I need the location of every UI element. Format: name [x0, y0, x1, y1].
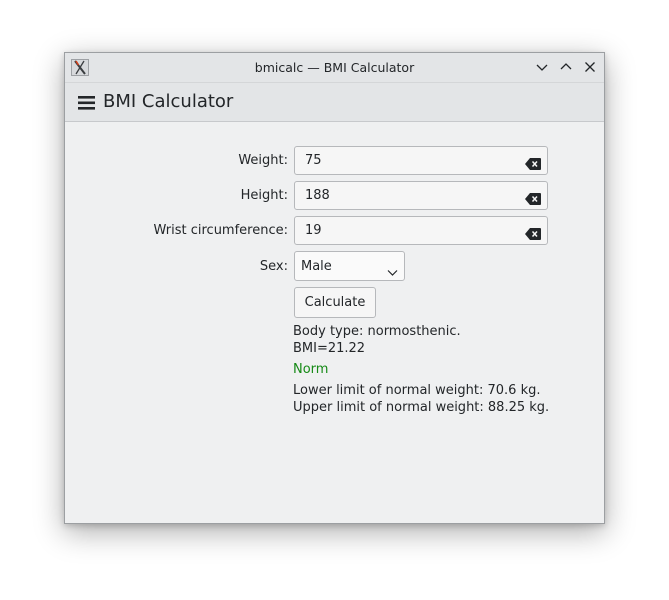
wrist-value: 19 — [305, 223, 322, 238]
wrist-label: Wrist circumference: — [153, 223, 289, 238]
clear-wrist-icon[interactable] — [525, 225, 541, 240]
wrist-field[interactable]: 19 — [294, 216, 548, 245]
sex-select[interactable]: Male — [294, 251, 405, 281]
calculator-form: Weight: 75 Height: 188 Wrist circumferen… — [65, 122, 604, 523]
sex-select-value: Male — [301, 259, 332, 274]
hamburger-menu-icon[interactable] — [78, 95, 96, 111]
app-window: bmicalc — BMI Calculator BMI Calculator … — [64, 52, 605, 524]
height-label: Height: — [240, 188, 288, 203]
minimize-icon[interactable] — [534, 59, 550, 75]
maximize-icon[interactable] — [558, 59, 574, 75]
weight-label: Weight: — [238, 153, 288, 168]
chevron-down-icon — [387, 262, 398, 276]
weight-field[interactable]: 75 — [294, 146, 548, 175]
close-icon[interactable] — [582, 59, 598, 75]
header-bar: BMI Calculator — [65, 83, 604, 122]
sex-label: Sex: — [259, 259, 288, 274]
weight-value: 75 — [305, 153, 322, 168]
window-title: bmicalc — BMI Calculator — [254, 60, 415, 75]
bmi-text: BMI=21.22 — [293, 341, 366, 356]
calculate-button[interactable]: Calculate — [294, 287, 376, 318]
lower-limit-text: Lower limit of normal weight: 70.6 kg. — [293, 383, 541, 398]
titlebar[interactable]: bmicalc — BMI Calculator — [65, 53, 604, 83]
body-type-text: Body type: normosthenic. — [293, 324, 461, 339]
height-field[interactable]: 188 — [294, 181, 548, 210]
page-title: BMI Calculator — [103, 91, 234, 112]
status-text: Norm — [293, 362, 329, 377]
upper-limit-text: Upper limit of normal weight: 88.25 kg. — [293, 400, 550, 415]
height-value: 188 — [305, 188, 330, 203]
clear-weight-icon[interactable] — [525, 155, 541, 170]
clear-height-icon[interactable] — [525, 190, 541, 205]
